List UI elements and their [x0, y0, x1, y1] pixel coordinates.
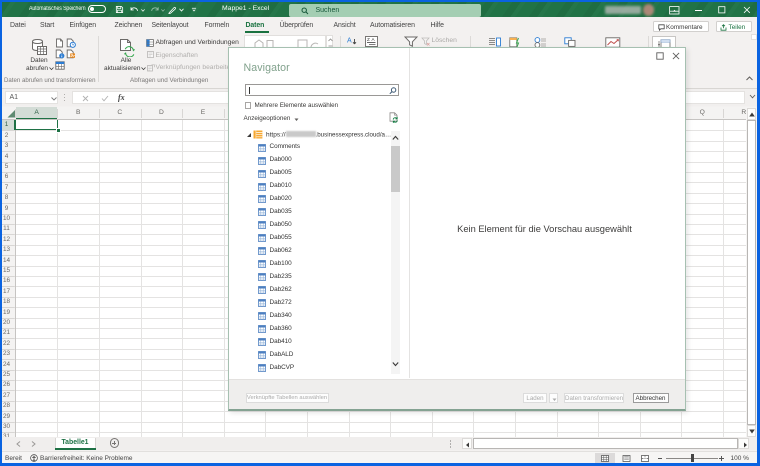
svg-text:A: A — [347, 38, 352, 45]
svg-text:Z: Z — [367, 37, 370, 42]
